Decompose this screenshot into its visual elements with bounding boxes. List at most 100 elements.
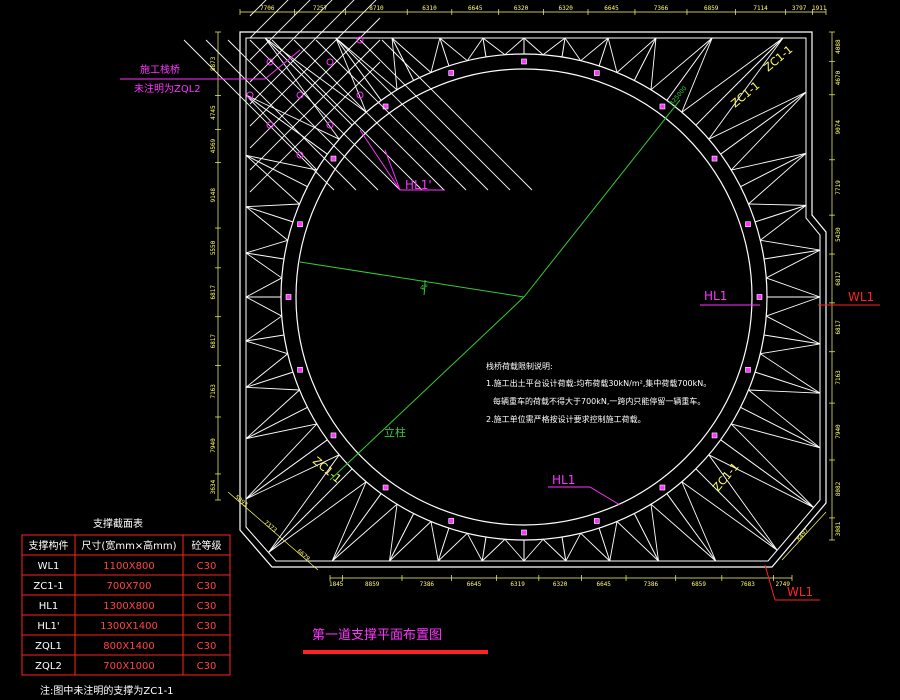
radial-strut <box>335 37 382 101</box>
truss-diagonal <box>245 423 318 500</box>
dimension-text: 7386 <box>420 581 435 588</box>
table-note: 注:图中未注明的支撑为ZC1-1 <box>40 684 174 697</box>
dimension-text: 4670 <box>835 70 842 85</box>
table-cell: C30 <box>197 641 217 652</box>
truss-diagonal <box>245 340 288 355</box>
dimension-text: 7373 <box>262 519 278 534</box>
radial-strut <box>245 94 328 155</box>
dimension-text: 8873 <box>210 56 217 71</box>
dimension-text: 4088 <box>835 39 842 54</box>
hl1-right-label: HL1 <box>704 289 727 303</box>
column-node <box>297 366 303 373</box>
trestle-beam <box>315 39 467 191</box>
trestle-note-label: 未注明为ZQL2 <box>134 82 201 95</box>
truss-diagonal <box>245 423 317 440</box>
truss-diagonal <box>760 239 821 251</box>
truss-diagonal <box>331 503 398 562</box>
trestle-pile <box>296 91 304 99</box>
column-node <box>448 70 455 76</box>
column-node <box>448 518 455 524</box>
truss-diagonal <box>430 37 441 73</box>
truss-diagonal <box>607 37 618 73</box>
table-cell: C30 <box>197 561 217 572</box>
trestle-beam <box>381 39 533 191</box>
trestle-beam <box>205 39 357 191</box>
table-cell: C30 <box>197 601 217 612</box>
truss-diagonal <box>523 37 544 56</box>
hl1-prime-label: HL1' <box>405 178 432 192</box>
dimension-text: 8859 <box>365 581 380 588</box>
dimension-text: 7257 <box>313 5 328 12</box>
dimension-text: 1845 <box>329 581 344 588</box>
drawing-title: 第一道支撑平面布置图 <box>312 628 442 643</box>
truss-diagonal <box>245 296 282 317</box>
truss-diagonal <box>650 37 713 91</box>
truss-diagonal <box>523 538 544 562</box>
column-node <box>593 518 600 524</box>
angle-line <box>299 261 525 298</box>
radial-strut <box>754 204 807 223</box>
table-header-cell: 砼等级 <box>192 539 222 552</box>
truss-diagonal <box>760 343 821 355</box>
table-cell: ZC1-1 <box>33 581 63 592</box>
column-node <box>711 432 718 439</box>
truss-diagonal <box>245 94 318 171</box>
table-cell: WL1 <box>38 561 60 572</box>
table-cell: HL1' <box>37 621 59 632</box>
trestle-beam <box>359 39 511 191</box>
notes-line-3: 2.施工单位需严格按设计要求控制施工荷载。 <box>486 414 646 424</box>
radial-strut <box>245 206 294 223</box>
dimension-text: 7719 <box>835 180 842 195</box>
truss-diagonal <box>504 538 525 562</box>
truss-diagonal <box>245 155 300 205</box>
dimension-text: 6319 <box>510 581 525 588</box>
dimension-text: 6859 <box>692 581 707 588</box>
truss-diagonal <box>389 504 398 562</box>
table-grid: 支撑构件 尺寸(宽mm×高mm) 砼等级 WL1 1100X800 C30 ZC1-1 700… <box>21 534 231 676</box>
column-node <box>711 155 718 162</box>
dimension-text: 1911 <box>812 5 827 12</box>
column-node <box>521 58 527 65</box>
outer-wall-line <box>239 31 827 568</box>
dimension-text: 7366 <box>654 5 669 12</box>
dimension-text: 6645 <box>468 5 483 12</box>
dimension-text: 7163 <box>210 384 217 399</box>
truss-diagonal <box>760 353 821 394</box>
truss-diagonal <box>245 203 300 208</box>
dimension-text: 3634 <box>210 479 217 494</box>
table-cell: 1300X800 <box>103 601 154 612</box>
truss-diagonal <box>616 37 657 73</box>
radial-strut <box>754 371 821 394</box>
wl1-bottom-label: WL1 <box>787 585 813 599</box>
dimension-text: 8710 <box>369 5 384 12</box>
column-node <box>297 221 303 228</box>
trestle-beam <box>293 39 445 191</box>
dimension-text: 6645 <box>604 5 619 12</box>
table-title: 支撑截面表 <box>93 517 143 530</box>
truss-diagonal <box>766 277 821 298</box>
column-node <box>659 484 666 491</box>
dimension-text: 5430 <box>835 227 842 242</box>
table-cell: 700X700 <box>106 581 151 592</box>
radial-strut <box>666 37 713 101</box>
notes-title: 栈桥荷载限制说明: <box>486 361 553 371</box>
truss-diagonal <box>760 205 807 241</box>
dimension-text: 8497 <box>795 527 810 543</box>
truss-diagonal <box>730 423 814 508</box>
truss-diagonal <box>731 423 821 449</box>
truss-diagonal <box>766 296 821 317</box>
radial-strut <box>245 406 308 440</box>
dimension-text: 6320 <box>558 5 573 12</box>
zc1-right-label: ZC1-1 <box>729 79 763 110</box>
truss-diagonal <box>430 521 439 562</box>
truss-diagonal <box>748 389 821 449</box>
dimension-text: 6320 <box>553 581 568 588</box>
notes-line-2: 每辆重车的荷载不得大于700kN,一跨内只能停留一辆重车。 <box>493 396 705 406</box>
truss-diagonal <box>650 504 659 562</box>
dimension-text: 6817 <box>835 320 842 335</box>
radial-strut <box>695 468 778 551</box>
column-node <box>382 484 389 491</box>
table-cell: ZQL2 <box>35 661 62 672</box>
column-node <box>330 155 337 162</box>
truss-diagonal <box>245 389 300 439</box>
